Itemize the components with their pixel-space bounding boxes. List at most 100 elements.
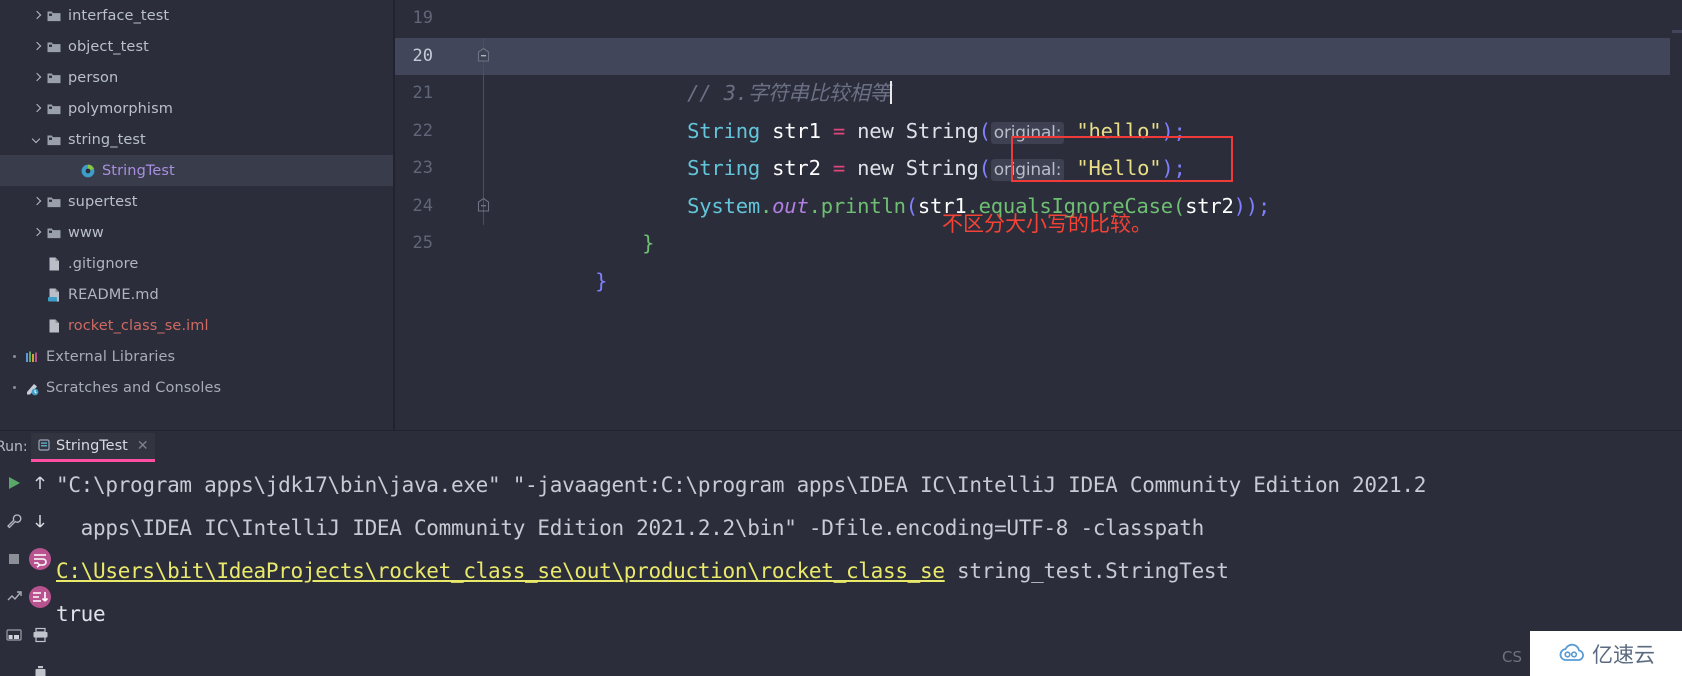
gutter-row-22[interactable]: 22 <box>395 112 490 150</box>
classpath-link[interactable]: C:\Users\bit\IdeaProjects\rocket_class_s… <box>56 559 945 583</box>
run-window-label: Run: <box>0 439 28 455</box>
folder-icon <box>46 39 62 55</box>
chevron-right-icon[interactable] <box>30 195 43 208</box>
code-content[interactable]: // System.out.println(str); // 3.字符串比较相等… <box>490 0 1682 430</box>
iml-file-icon <box>46 318 62 334</box>
tree-item-rocket-class-se-iml[interactable]: rocket_class_se.iml <box>0 310 395 341</box>
console-output[interactable]: "C:\program apps\jdk17\bin\java.exe" "-j… <box>56 464 1682 676</box>
tree-item-readme-md[interactable]: README.md <box>0 279 395 310</box>
gutter-row-20[interactable]: 20 <box>395 37 491 75</box>
chevron-right-icon[interactable] <box>30 71 43 84</box>
line-number: 25 <box>412 233 433 253</box>
markdown-file-icon <box>46 287 62 303</box>
code-fold-marker[interactable] <box>476 47 491 63</box>
print-icon[interactable] <box>26 616 54 654</box>
annotation-text: 不区分大小写的比较。 <box>942 212 1152 236</box>
folder-icon <box>46 70 62 86</box>
console-line-2: apps\IDEA IC\IntelliJ IDEA Community Edi… <box>56 516 1205 540</box>
chevron-right-icon[interactable] <box>30 226 43 239</box>
chevron-down-icon[interactable] <box>30 133 43 146</box>
dot-icon[interactable] <box>8 381 21 394</box>
fold-guide-line <box>483 112 484 150</box>
project-tree-panel[interactable]: interface_test object_testperson polymorph… <box>0 0 395 430</box>
run-tool-window: Run: StringTest ✕ "C:\program apps\jdk17… <box>0 430 1682 676</box>
editor-scrollbar[interactable] <box>1670 0 1682 430</box>
console-line-3[interactable]: C:\Users\bit\IdeaProjects\rocket_class_s… <box>56 550 1682 593</box>
tree-item-stringtest[interactable]: StringTest <box>0 155 395 186</box>
scratches-icon <box>24 380 40 396</box>
scroll-up-icon[interactable] <box>26 464 54 502</box>
code-line-22[interactable]: String str2 = new String(original: "Hell… <box>490 113 1682 181</box>
tree-item-label: Scratches and Consoles <box>46 379 222 396</box>
editor-gutter[interactable]: 19 20 21 22 23 24 25 <box>395 0 490 430</box>
tree-item-label: interface_test <box>68 7 170 24</box>
code-line-19[interactable]: // System.out.println(str); <box>490 0 1682 68</box>
arrow-spacer <box>64 164 77 177</box>
gutter-row-19[interactable]: 19 <box>395 0 490 38</box>
tree-item-person[interactable]: person <box>0 62 395 93</box>
tree-item-supertest[interactable]: supertest <box>0 186 395 217</box>
dot-icon[interactable] <box>8 350 21 363</box>
tree-item-label: rocket_class_se.iml <box>68 317 209 334</box>
scroll-down-icon[interactable] <box>26 502 54 540</box>
chevron-right-icon[interactable] <box>30 102 43 115</box>
gutter-row-25[interactable]: 25 <box>395 225 490 263</box>
tree-item-label: README.md <box>68 286 159 303</box>
code-editor[interactable]: 19 20 21 22 23 24 25 // System.out.println(str… <box>395 0 1682 430</box>
run-toolbar[interactable] <box>0 464 56 676</box>
folder-icon <box>46 132 62 148</box>
tree-item-object-test[interactable]: object_test <box>0 31 395 62</box>
line-number: 19 <box>412 8 433 28</box>
scroll-to-end-icon[interactable] <box>26 578 54 616</box>
gitignore-file-icon <box>46 256 62 272</box>
code-fold-marker[interactable] <box>476 197 491 213</box>
arrow-spacer <box>30 257 43 270</box>
run-config-icon <box>37 437 51 456</box>
layout-icon[interactable] <box>0 578 28 616</box>
tree-item-label: string_test <box>68 131 146 148</box>
run-icon[interactable] <box>0 464 28 502</box>
fold-guide-line <box>483 150 484 188</box>
close-icon[interactable]: ✕ <box>137 438 149 454</box>
tree-item-label: .gitignore <box>68 255 139 272</box>
tree-item-scratches-and-consoles[interactable]: Scratches and Consoles <box>0 372 395 403</box>
tree-item-label: supertest <box>68 193 138 210</box>
chevron-right-icon[interactable] <box>30 40 43 53</box>
soft-wrap-icon[interactable] <box>26 540 54 578</box>
code-line-21[interactable]: String str1 = new String(original: "hell… <box>490 75 1682 144</box>
idea-window: interface_test object_testperson polymorph… <box>0 0 1682 676</box>
folder-icon <box>46 8 62 24</box>
stop-icon[interactable] <box>0 540 28 578</box>
tree-item-gitignore[interactable]: .gitignore <box>0 248 395 279</box>
tree-item-string-test[interactable]: string_test <box>0 124 395 155</box>
tree-item-label: StringTest <box>102 162 175 179</box>
gutter-row-21[interactable]: 21 <box>395 75 490 113</box>
tree-item-label: object_test <box>68 38 149 55</box>
clear-all-icon[interactable] <box>26 654 54 676</box>
console-line-4: true <box>56 602 106 626</box>
line-number: 24 <box>412 195 433 216</box>
code-line-20[interactable]: // 3.字符串比较相等 <box>490 37 1682 105</box>
gutter-row-23[interactable]: 23 <box>395 150 490 188</box>
tree-item-external-libraries[interactable]: External Libraries <box>0 341 395 372</box>
java-class-icon <box>80 163 96 179</box>
run-tab-stringtest[interactable]: StringTest ✕ <box>31 433 155 462</box>
settings-wrench-icon[interactable] <box>0 502 28 540</box>
console-view-icon[interactable] <box>0 616 28 654</box>
tree-item-label: External Libraries <box>46 348 176 365</box>
tree-item-www[interactable]: www <box>0 217 395 248</box>
folder-icon <box>46 101 62 117</box>
gutter-row-24[interactable]: 24 <box>395 187 491 225</box>
tree-item-interface-test[interactable]: interface_test <box>0 0 395 31</box>
code-line-23[interactable]: System.out.println(str1.equalsIgnoreCase… <box>490 150 1682 218</box>
arrow-spacer <box>30 288 43 301</box>
site-watermark: 亿速云 <box>1530 631 1682 676</box>
editor-marker-strip <box>1672 30 1682 33</box>
tree-item-polymorphism[interactable]: polymorphism <box>0 93 395 124</box>
libraries-icon <box>24 349 40 365</box>
chevron-right-icon[interactable] <box>30 9 43 22</box>
line-number: 22 <box>412 120 433 141</box>
main-class-name: string_test.StringTest <box>944 559 1229 583</box>
arrow-spacer <box>30 319 43 332</box>
watermark-brand: 亿速云 <box>1592 642 1655 667</box>
